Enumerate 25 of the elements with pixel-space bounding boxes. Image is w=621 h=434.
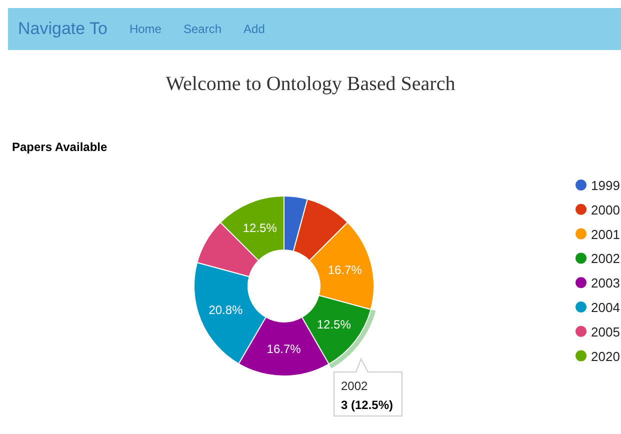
- donut-slice[interactable]: [220, 196, 284, 262]
- legend-label: 2005: [591, 324, 620, 340]
- slice-label: 20.8%: [208, 302, 243, 317]
- donut-slice[interactable]: [292, 198, 348, 262]
- legend-label: 2004: [591, 300, 620, 315]
- slice-label: 12.5%: [242, 220, 277, 235]
- brand-link[interactable]: Navigate To: [18, 16, 108, 42]
- nav-link[interactable]: Add: [244, 20, 265, 38]
- slice-label: 16.7%: [328, 262, 362, 277]
- legend-label: 1999: [591, 178, 620, 193]
- legend-label: 2000: [591, 202, 620, 218]
- legend-label: 2001: [591, 226, 620, 242]
- tooltip: [334, 358, 402, 416]
- section-title: Papers Available: [12, 140, 108, 154]
- tooltip-category: 2002: [341, 379, 368, 393]
- page-heading: Welcome to Ontology Based Search: [166, 72, 456, 97]
- legend-label: 2020: [591, 348, 620, 364]
- legend-label: 2002: [591, 251, 620, 266]
- donut-slice[interactable]: [308, 222, 374, 310]
- donut-slice[interactable]: [194, 262, 266, 364]
- slice-label: 16.7%: [266, 342, 301, 356]
- nav-link[interactable]: Search: [183, 20, 222, 38]
- nav-link[interactable]: Home: [129, 20, 162, 38]
- legend-label: 2003: [591, 276, 620, 291]
- tooltip-value: 3 (12.5%): [341, 398, 394, 412]
